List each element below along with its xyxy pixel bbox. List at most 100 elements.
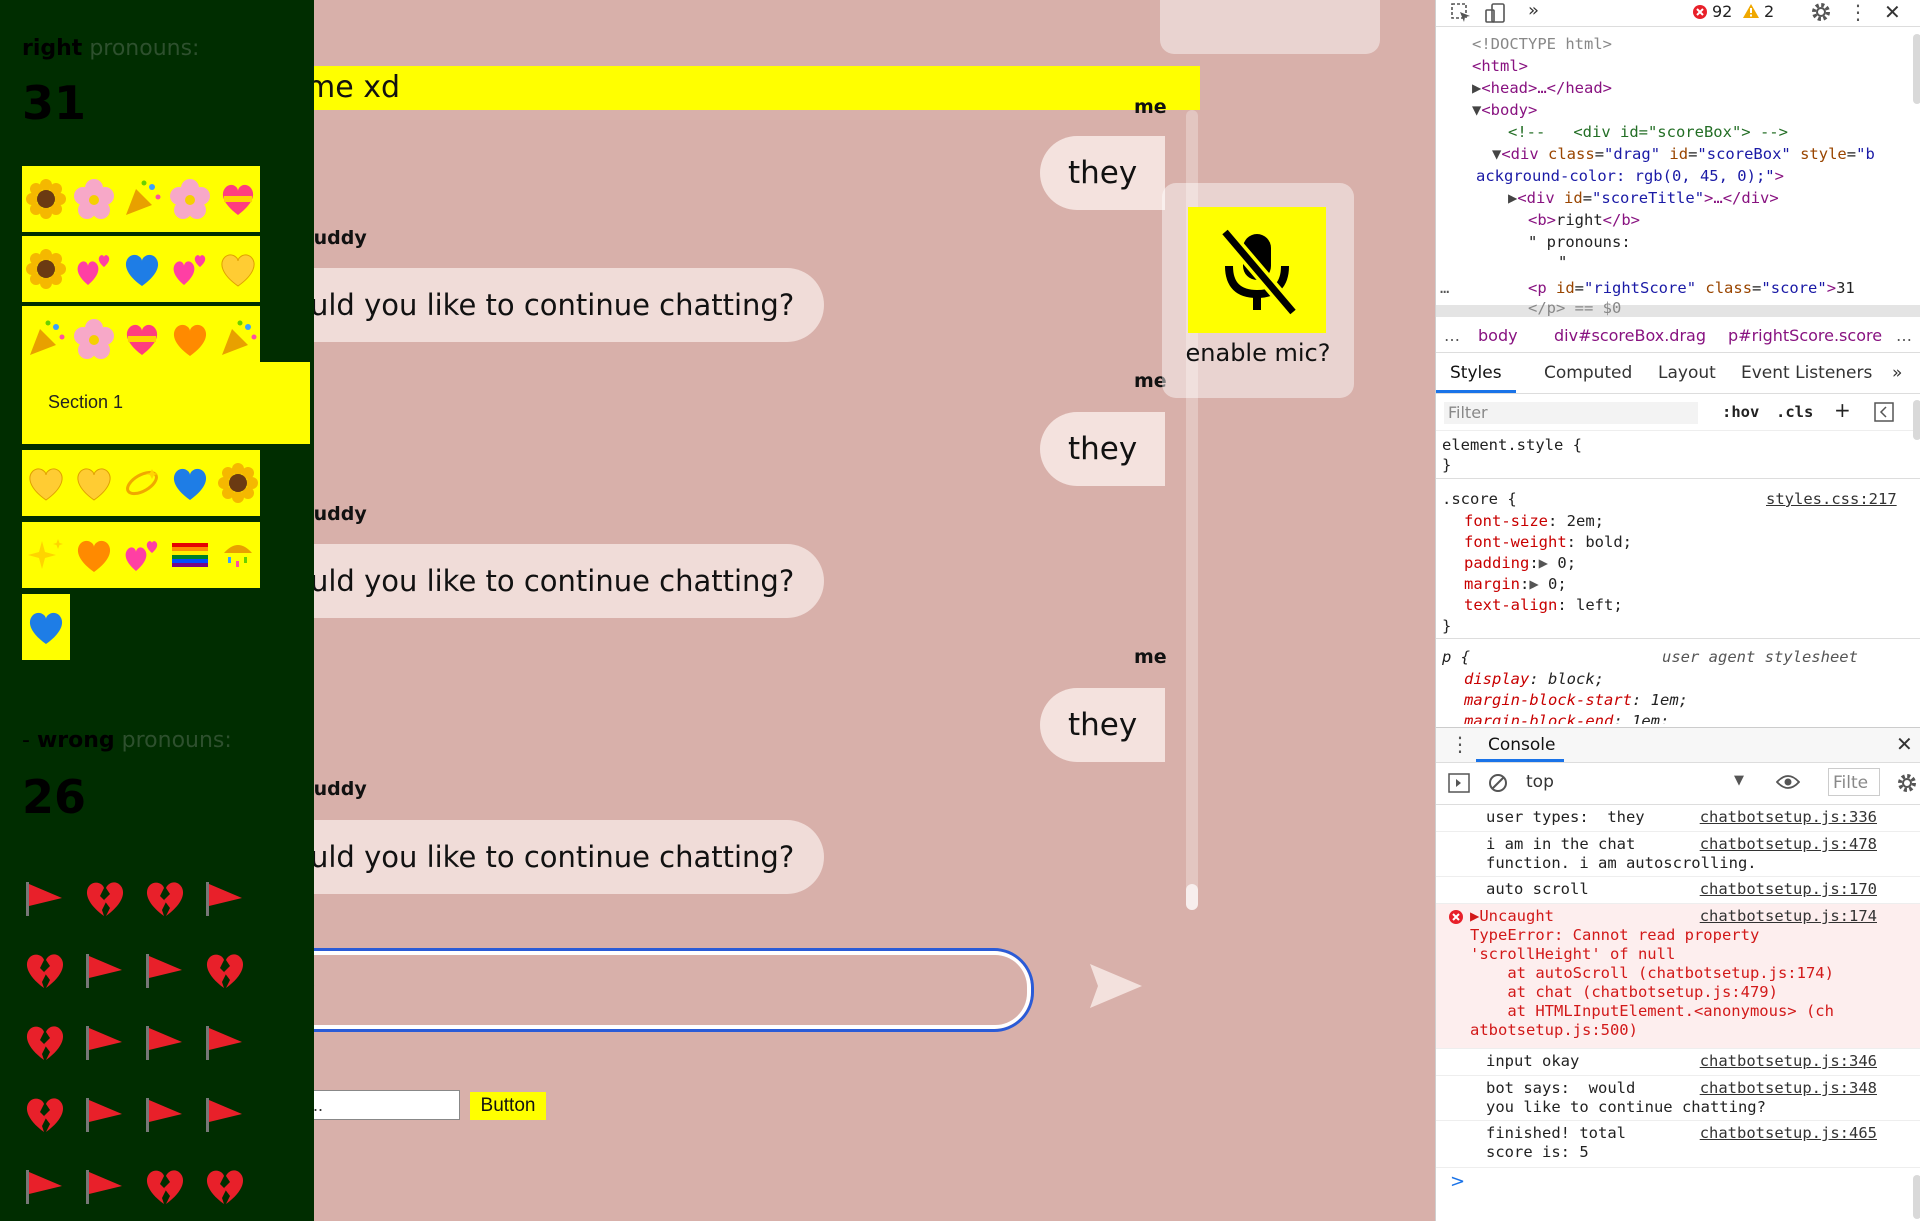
doctype-node[interactable]: <!DOCTYPE html> [1472, 35, 1612, 53]
chat-input-field[interactable]: y [290, 948, 1034, 1032]
chat-page: me xd me they buddy uld you like to cont… [0, 0, 1435, 1221]
score-rule-selector[interactable]: .score { [1442, 490, 1517, 508]
tab-console[interactable]: Console [1488, 735, 1556, 755]
elements-scrollbar[interactable] [1913, 34, 1920, 104]
sidebar-toggle-icon[interactable] [1448, 773, 1470, 793]
scorebox-style-2-text: ackground-color: rgb(0, 45, 0); [1476, 167, 1766, 185]
style-prop-value: 0; [1548, 575, 1567, 593]
hover-state-toggle[interactable]: :hov [1722, 403, 1759, 421]
console-source-link[interactable]: chatbotsetup.js:174 [1700, 907, 1877, 926]
mic-toggle-button[interactable] [1188, 207, 1326, 333]
send-button[interactable] [1088, 962, 1144, 1015]
close-drawer-icon[interactable]: ✕ [1896, 732, 1913, 756]
tab-layout[interactable]: Layout [1658, 363, 1716, 383]
ua-rule-selector[interactable]: p { [1442, 648, 1470, 666]
breadcrumb-more-icon[interactable]: … [1444, 326, 1460, 345]
inspect-element-icon[interactable] [1450, 2, 1472, 24]
submit-button[interactable]: Button [470, 1092, 546, 1120]
sunflower-icon [24, 247, 68, 291]
rightscore-node[interactable]: <p id="rightScore" class="score">31 [1528, 279, 1855, 297]
style-prop[interactable]: margin:▶ 0; [1464, 575, 1567, 593]
console-toolbar: top ▼ Filte [1436, 762, 1920, 805]
rule-divider [1436, 638, 1920, 639]
console-source-link[interactable]: chatbotsetup.js:348 [1700, 1079, 1877, 1098]
close-icon[interactable]: ✕ [1884, 0, 1901, 24]
console-message[interactable]: i am in the chat function. i am autoscro… [1436, 832, 1920, 877]
console-source-link[interactable]: chatbotsetup.js:336 [1700, 808, 1877, 827]
pronouns-text-node[interactable]: " pronouns: [1528, 233, 1631, 251]
body-node-text: <body> [1481, 101, 1538, 119]
chat-input-value: y [293, 951, 1031, 1029]
console-message[interactable]: user types: they chatbotsetup.js:336 [1436, 805, 1920, 832]
html-node[interactable]: <html> [1472, 57, 1528, 75]
console-filter-input[interactable]: Filte [1828, 768, 1880, 796]
console-source-link[interactable]: chatbotsetup.js:346 [1700, 1052, 1877, 1071]
console-error-message[interactable]: ▶Uncaught TypeError: Cannot read propert… [1436, 904, 1920, 1049]
comment-node[interactable]: <!-- <div id="scoreBox"> --> [1508, 123, 1788, 141]
console-message[interactable]: input okay chatbotsetup.js:346 [1436, 1049, 1920, 1076]
console-prompt[interactable]: > [1450, 1171, 1465, 1192]
red-flag-icon [86, 1026, 122, 1060]
breadcrumb-item-scorebox[interactable]: div#scoreBox.drag [1554, 326, 1706, 345]
body-node[interactable]: ▼<body> [1472, 101, 1537, 119]
console-source-link[interactable]: chatbotsetup.js:170 [1700, 880, 1877, 899]
section-label: Section 1 [48, 392, 124, 412]
console-message[interactable]: finished! total score is: 5 chatbotsetup… [1436, 1121, 1920, 1168]
b-node[interactable]: <b>right</b> [1528, 211, 1640, 229]
chat-scrollbar-thumb[interactable] [1186, 884, 1198, 910]
two-hearts-icon [168, 247, 212, 291]
new-rule-icon[interactable]: + [1834, 398, 1851, 422]
kebab-menu-icon[interactable]: ⋮ [1848, 0, 1868, 24]
section-box[interactable]: Section 1 [22, 362, 310, 444]
scoretitle-node[interactable]: ▶<div id="scoreTitle">…</div> [1508, 189, 1779, 207]
console-source-link[interactable]: chatbotsetup.js:478 [1700, 835, 1877, 854]
drawer-menu-icon[interactable]: ⋮ [1450, 732, 1470, 756]
yellow-heart-icon [216, 247, 260, 291]
context-dropdown-icon[interactable]: ▼ [1734, 773, 1744, 788]
more-panels-icon[interactable]: » [1892, 363, 1902, 383]
head-node[interactable]: ▶<head>…</head> [1472, 79, 1612, 97]
console-scrollbar[interactable] [1913, 1175, 1920, 1219]
wrong-emoji-grid [22, 862, 262, 1221]
clear-console-icon[interactable] [1488, 773, 1508, 793]
style-prop[interactable]: font-weight: bold; [1464, 533, 1632, 551]
context-selector[interactable]: top [1526, 772, 1554, 792]
style-prop[interactable]: text-align: left; [1464, 596, 1623, 614]
node-more-icon[interactable]: … [1440, 279, 1449, 297]
console-settings-icon[interactable] [1896, 772, 1918, 794]
elements-tree: <!DOCTYPE html> <html> ▶<head>…</head> ▼… [1436, 27, 1920, 317]
score-box[interactable]: right pronouns: 31 Section 1 - wrong pro… [0, 0, 314, 1221]
text-input[interactable]: xt.. [296, 1090, 460, 1120]
scorebox-node[interactable]: ▼<div class="drag" id="scoreBox" style="… [1492, 145, 1875, 163]
style-prop[interactable]: font-size: 2em; [1464, 512, 1604, 530]
console-message-text: auto scroll [1486, 880, 1589, 898]
warning-icon[interactable] [1742, 3, 1760, 19]
tab-computed[interactable]: Computed [1544, 363, 1632, 383]
score-rule-source-link[interactable]: styles.css:217 [1766, 490, 1897, 508]
device-toolbar-icon[interactable] [1484, 2, 1506, 24]
breadcrumb-overflow-icon[interactable]: … [1896, 326, 1912, 345]
gear-icon[interactable] [1810, 1, 1832, 23]
sunflower-icon [24, 177, 68, 221]
red-flag-icon [206, 1026, 242, 1060]
console-source-link[interactable]: chatbotsetup.js:465 [1700, 1124, 1877, 1143]
breadcrumb-item-rightscore[interactable]: p#rightScore.score [1728, 326, 1882, 345]
breadcrumb-item-body[interactable]: body [1478, 326, 1518, 345]
styles-filter-input[interactable]: Filter [1444, 402, 1698, 424]
style-prop[interactable]: padding:▶ 0; [1464, 554, 1576, 572]
console-message[interactable]: auto scroll chatbotsetup.js:170 [1436, 877, 1920, 904]
tab-event-listeners[interactable]: Event Listeners [1741, 363, 1872, 383]
live-expression-icon[interactable] [1776, 774, 1800, 790]
console-message[interactable]: bot says: would you like to continue cha… [1436, 1076, 1920, 1121]
right-score-value: 31 [22, 76, 87, 130]
selected-node-highlight [1436, 305, 1920, 317]
styles-scrollbar[interactable] [1913, 400, 1920, 440]
more-tabs-icon[interactable]: » [1528, 0, 1539, 21]
tab-styles[interactable]: Styles [1450, 363, 1502, 383]
error-icon[interactable] [1692, 4, 1708, 20]
ua-prop: display: block; [1464, 670, 1604, 688]
toggle-sidebar-icon[interactable] [1874, 402, 1894, 422]
active-tab-indicator [1436, 390, 1516, 393]
class-toggle[interactable]: .cls [1776, 403, 1813, 421]
element-style-rule[interactable]: element.style { [1442, 436, 1582, 454]
